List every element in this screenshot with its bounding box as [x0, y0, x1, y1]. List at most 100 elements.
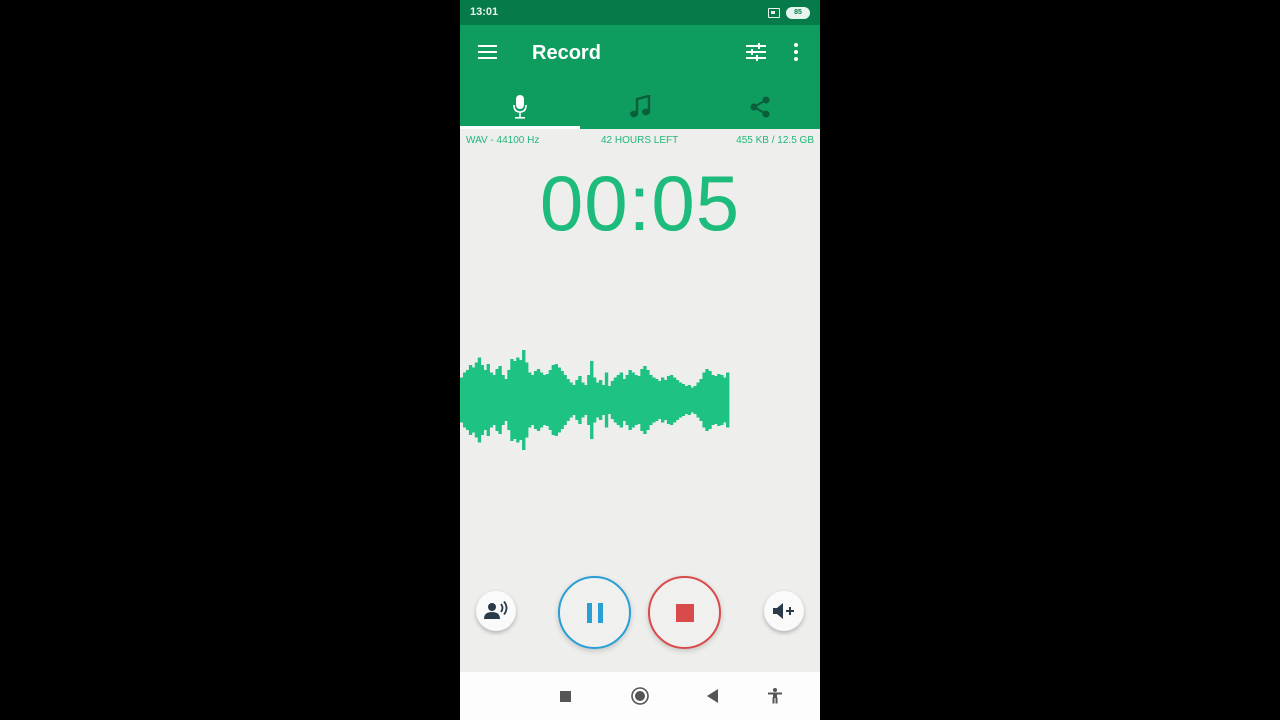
waveform-bar [649, 375, 653, 425]
waveform-bar [696, 382, 700, 418]
waveform-bar [687, 385, 691, 415]
waveform-bar [663, 380, 668, 420]
waveform-bar [551, 365, 555, 435]
waveform-bar [690, 387, 694, 413]
voice-button[interactable] [476, 591, 516, 631]
waveform-bar [557, 367, 561, 433]
waveform-bar [705, 369, 709, 431]
waveform-bar [598, 380, 603, 420]
pause-button[interactable] [558, 576, 631, 649]
battery-icon: 85 [786, 7, 810, 19]
waveform-bar [560, 371, 564, 429]
tab-bar [460, 85, 820, 129]
waveform-bar [584, 385, 588, 415]
waveform-bar [702, 372, 706, 428]
more-vert-icon[interactable] [792, 43, 800, 63]
waveform-bar [628, 370, 632, 430]
home-button[interactable] [630, 686, 650, 706]
waveform-bar [542, 375, 547, 425]
waveform-bar [581, 382, 585, 418]
waveform-bar [634, 375, 638, 425]
waveform-bar [504, 379, 508, 421]
waveform-bar [527, 372, 532, 428]
share-icon [750, 96, 770, 118]
tab-record[interactable] [460, 85, 580, 129]
waveform-bar [460, 377, 464, 423]
format-label: WAV - 44100 Hz [466, 135, 540, 146]
waveform-bar [601, 385, 606, 415]
waveform-bar [465, 370, 470, 430]
waveform-bar [495, 369, 499, 431]
recents-button[interactable] [555, 686, 575, 706]
tune-icon[interactable] [745, 43, 767, 61]
waveform-bar [643, 366, 647, 434]
tab-share[interactable] [700, 85, 820, 129]
waveform-bar [619, 372, 623, 428]
waveform-bar [563, 375, 567, 425]
waveform-bar [486, 364, 490, 436]
status-time: 13:01 [470, 6, 499, 18]
waveform-bar [566, 379, 570, 421]
menu-icon[interactable] [478, 44, 498, 60]
gain-button[interactable] [764, 591, 804, 631]
waveform-bar [595, 382, 600, 418]
waveform-bar [708, 371, 712, 429]
music-note-icon [630, 95, 651, 118]
waveform-bar [533, 371, 538, 429]
waveform [460, 350, 730, 450]
waveform-bar [516, 357, 520, 443]
waveform-bar [590, 361, 594, 439]
waveform-bar [474, 362, 479, 438]
waveform-bar [545, 374, 550, 426]
waveform-bar [714, 376, 718, 424]
waveform-bar [631, 372, 635, 428]
accessibility-button[interactable] [765, 686, 785, 706]
waveform-bar [525, 362, 529, 438]
waveform-bar [640, 369, 644, 431]
waveform-bar [637, 376, 641, 424]
waveform-bar [622, 379, 626, 421]
waveform-bar [480, 365, 485, 435]
waveform-bar [572, 385, 576, 415]
waveform-bar [678, 382, 683, 418]
pause-icon [586, 602, 603, 623]
waveform-bar [492, 375, 496, 425]
waveform-bar [522, 350, 526, 450]
waveform-bar [672, 377, 677, 423]
app-bar: Record [460, 25, 820, 129]
waveform-bar [610, 381, 615, 419]
waveform-bar [569, 382, 573, 418]
tab-music[interactable] [580, 85, 700, 129]
waveform-bar [669, 375, 674, 425]
waveform-bar [684, 386, 689, 414]
system-nav-bar [460, 672, 820, 720]
waveform-bar [539, 372, 544, 428]
waveform-bar [675, 380, 680, 420]
waveform-bar [498, 366, 502, 434]
back-button[interactable] [703, 686, 723, 706]
waveform-bar [652, 377, 656, 423]
accessibility-icon [768, 688, 782, 704]
sim-icon [768, 8, 780, 18]
time-left-label: 42 HOURS LEFT [601, 135, 679, 146]
waveform-bar [501, 375, 505, 425]
page-title: Record [532, 42, 601, 64]
microphone-icon [513, 95, 527, 119]
waveform-bar [462, 372, 467, 428]
waveform-bar [723, 377, 727, 423]
waveform-bar [468, 365, 473, 435]
waveform-bar [593, 377, 597, 423]
waveform-bar [625, 375, 629, 425]
waveform-bar [720, 375, 724, 425]
recents-square-icon [559, 690, 571, 702]
waveform-bar [607, 386, 612, 414]
waveform-bar [681, 384, 686, 416]
stop-button[interactable] [648, 576, 721, 649]
waveform-bar [471, 367, 476, 433]
waveform-bar [510, 359, 514, 441]
waveform-bar [613, 377, 618, 423]
waveform-bar [604, 372, 609, 428]
volume-plus-icon [773, 603, 794, 619]
waveform-bar [717, 374, 721, 426]
waveform-bar [587, 375, 591, 425]
